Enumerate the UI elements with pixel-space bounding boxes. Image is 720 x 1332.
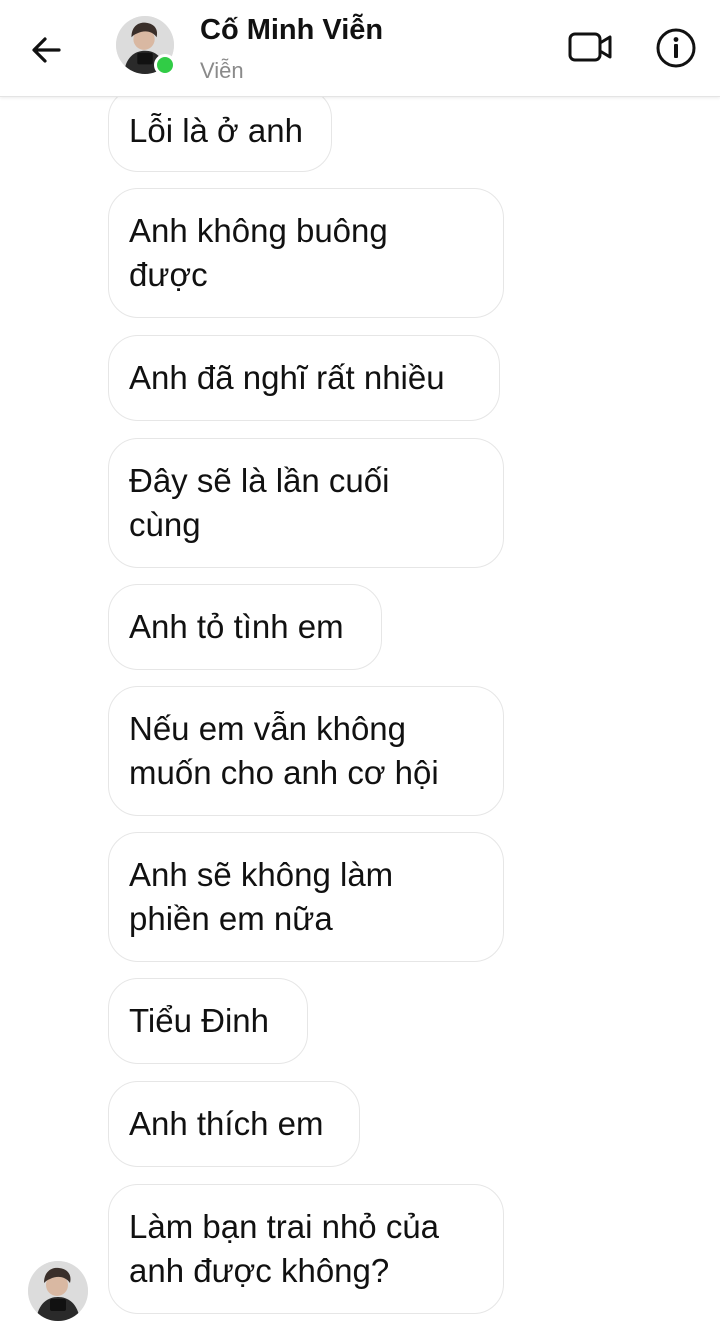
message-bubble[interactable]: Anh không buông được (108, 188, 504, 318)
message-text: Nếu em vẫn không muốn cho anh cơ hội (129, 710, 439, 791)
message-bubble[interactable]: Anh sẽ không làm phiền em nữa (108, 832, 504, 962)
chat-header: Cố Minh Viễn Viễn (0, 0, 720, 97)
message-bubble[interactable]: Lỗi là ở anh (108, 88, 332, 172)
online-status-dot (154, 54, 176, 76)
contact-name[interactable]: Cố Minh Viễn (200, 14, 383, 47)
video-camera-icon (568, 32, 612, 62)
message-text: Làm bạn trai nhỏ của anh được không? (129, 1208, 440, 1289)
back-button[interactable] (24, 28, 68, 72)
message-bubble[interactable]: Đây sẽ là lần cuối cùng (108, 438, 504, 568)
message-bubble[interactable]: Tiểu Đinh (108, 978, 308, 1064)
message-bubble[interactable]: Anh đã nghĩ rất nhiều (108, 335, 500, 421)
avatar-photo (28, 1261, 88, 1321)
message-bubble[interactable]: Làm bạn trai nhỏ của anh được không? (108, 1184, 504, 1314)
arrow-left-icon (32, 37, 61, 63)
message-text: Anh không buông được (129, 212, 388, 293)
message-text: Lỗi là ở anh (129, 112, 303, 149)
video-call-button[interactable] (566, 27, 616, 67)
contact-nickname: Viễn (200, 58, 244, 83)
message-text: Anh đã nghĩ rất nhiều (129, 359, 445, 396)
message-text: Đây sẽ là lần cuối cùng (129, 462, 390, 543)
message-bubble[interactable]: Nếu em vẫn không muốn cho anh cơ hội (108, 686, 504, 816)
info-circle-icon (656, 28, 696, 68)
message-text: Anh tỏ tình em (129, 608, 344, 645)
message-text: Anh sẽ không làm phiền em nữa (129, 856, 394, 937)
message-text: Tiểu Đinh (129, 1002, 270, 1039)
message-list: Lỗi là ở anh Anh không buông được Anh đã… (0, 0, 720, 1332)
sender-avatar[interactable] (28, 1261, 88, 1321)
message-text: Anh thích em (129, 1105, 324, 1142)
message-bubble[interactable]: Anh tỏ tình em (108, 584, 382, 670)
contact-avatar[interactable] (116, 16, 176, 76)
info-button[interactable] (652, 24, 700, 72)
message-bubble[interactable]: Anh thích em (108, 1081, 360, 1167)
